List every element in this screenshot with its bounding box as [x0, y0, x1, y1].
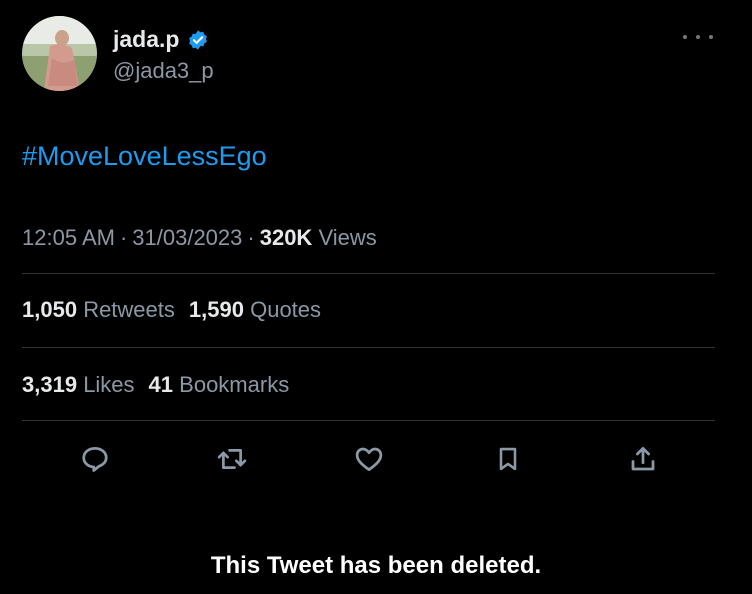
- divider: [22, 347, 715, 348]
- stats-row-engagement: 3,319 Likes 41 Bookmarks: [22, 372, 303, 398]
- meta-separator: ·: [247, 225, 255, 250]
- reply-icon[interactable]: [77, 441, 113, 477]
- views-count: 320K: [259, 225, 313, 250]
- author-handle[interactable]: @jada3_p: [113, 58, 214, 84]
- stats-row-reposts: 1,050 Retweets 1,590 Quotes: [22, 297, 335, 323]
- retweets-stat[interactable]: 1,050 Retweets: [22, 297, 175, 322]
- likes-stat[interactable]: 3,319 Likes: [22, 372, 135, 397]
- quotes-label: Quotes: [250, 297, 322, 322]
- retweets-count: 1,050: [22, 297, 78, 322]
- likes-count: 3,319: [22, 372, 78, 397]
- quotes-stat[interactable]: 1,590 Quotes: [189, 297, 321, 322]
- tweet-action-bar: [0, 441, 752, 481]
- bookmarks-label: Bookmarks: [179, 372, 290, 397]
- verified-badge-icon: [187, 29, 209, 51]
- tweet-metadata: 12:05 AM · 31/03/2023 · 320K Views: [22, 225, 377, 251]
- avatar[interactable]: [22, 16, 97, 91]
- bookmarks-count: 41: [148, 372, 174, 397]
- tweet-card: jada.p @jada3_p #MoveLoveLessEgo 12:05 A…: [0, 0, 752, 594]
- tweet-hashtag-link[interactable]: #MoveLoveLessEgo: [22, 141, 267, 172]
- meta-separator: ·: [119, 225, 128, 250]
- retweets-label: Retweets: [83, 297, 175, 322]
- divider: [22, 273, 715, 274]
- author-display-name[interactable]: jada.p: [113, 26, 209, 53]
- deleted-caption: This Tweet has been deleted.: [210, 552, 542, 579]
- views-label: Views: [318, 225, 377, 250]
- likes-label: Likes: [83, 372, 135, 397]
- bookmarks-stat[interactable]: 41 Bookmarks: [149, 372, 290, 397]
- divider: [22, 420, 715, 421]
- like-icon[interactable]: [351, 441, 387, 477]
- tweet-date[interactable]: 31/03/2023: [132, 225, 242, 250]
- more-options-icon[interactable]: [683, 27, 713, 47]
- quotes-count: 1,590: [188, 297, 244, 322]
- display-name-text[interactable]: jada.p: [113, 26, 179, 53]
- retweet-icon[interactable]: [214, 441, 250, 477]
- bookmark-icon[interactable]: [490, 441, 526, 477]
- tweet-time[interactable]: 12:05 AM: [22, 225, 115, 250]
- share-icon[interactable]: [625, 441, 661, 477]
